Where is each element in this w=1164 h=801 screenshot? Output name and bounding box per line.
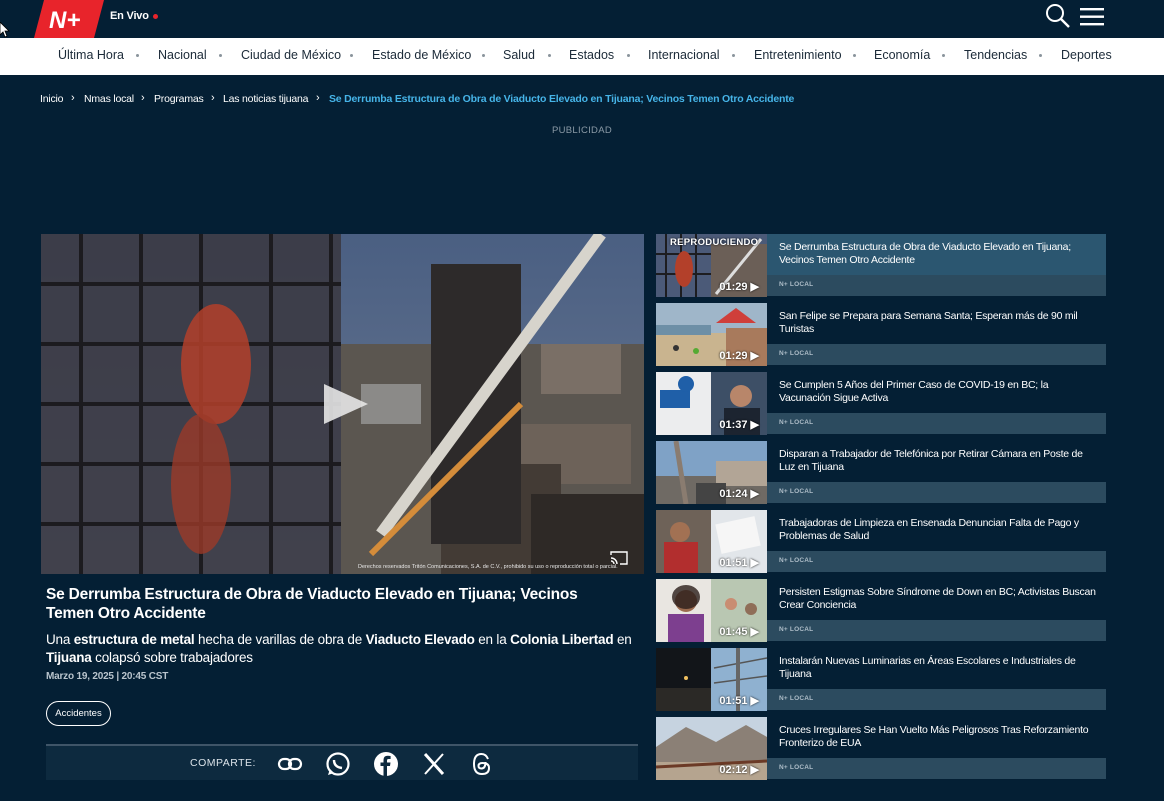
article-summary: Una estructura de metal hecha de varilla…: [46, 632, 632, 665]
nav-separator: [219, 54, 222, 57]
playlist-item-title: San Felipe se Prepara para Semana Santa;…: [779, 310, 1078, 335]
breadcrumb-inicio[interactable]: Inicio: [40, 93, 64, 105]
threads-icon[interactable]: [469, 751, 495, 777]
hamburger-menu-icon[interactable]: [1080, 7, 1104, 27]
nav-item-edomex[interactable]: Estado de México: [372, 48, 471, 62]
whatsapp-icon[interactable]: [325, 751, 351, 777]
nav-separator: [350, 54, 353, 57]
source-label: N+ LOCAL: [779, 764, 814, 771]
nav-separator: [136, 54, 139, 57]
source-label: N+ LOCAL: [779, 419, 814, 426]
playlist-item-title: Persisten Estigmas Sobre Síndrome de Dow…: [779, 586, 1096, 611]
video-duration: 01:24 ▶: [719, 488, 759, 500]
main-nav: Última Hora Nacional Ciudad de México Es…: [0, 38, 1164, 75]
breadcrumb-nmas-local[interactable]: Nmas local: [84, 93, 134, 105]
playlist-item[interactable]: 01:45 ▶ Persisten Estigmas Sobre Síndrom…: [656, 579, 1106, 642]
share-label: COMPARTE:: [190, 757, 256, 769]
playlist-thumbnail: 02:12 ▶: [656, 717, 767, 780]
video-duration: 01:37 ▶: [719, 419, 759, 431]
playlist-item-title: Disparan a Trabajador de Telefónica por …: [779, 448, 1083, 473]
source-label: N+ LOCAL: [779, 557, 814, 564]
playlist-item-title: Cruces Irregulares Se Han Vuelto Más Pel…: [779, 724, 1089, 749]
playlist-thumbnail: 01:29 ▶: [656, 303, 767, 366]
live-dot-icon: [152, 13, 158, 19]
nmas-logo[interactable]: N+: [34, 0, 104, 38]
nav-separator: [853, 54, 856, 57]
nav-item-estados[interactable]: Estados: [569, 48, 614, 62]
playlist-item-title: Se Cumplen 5 Años del Primer Caso de COV…: [779, 379, 1049, 404]
svg-text:N+: N+: [49, 7, 80, 34]
now-playing-label: REPRODUCIENDO: [670, 237, 759, 248]
video-duration: 01:51 ▶: [719, 557, 759, 569]
publicity-label: PUBLICIDAD: [551, 125, 612, 136]
video-copyright: Derechos reservados Tritón Comunicacione…: [358, 564, 618, 570]
article-title: Se Derrumba Estructura de Obra de Viaduc…: [46, 586, 578, 622]
nav-item-cdmx[interactable]: Ciudad de México: [241, 48, 341, 62]
source-label: N+ LOCAL: [779, 488, 814, 495]
nav-separator: [1039, 54, 1042, 57]
facebook-icon[interactable]: [373, 751, 399, 777]
tag-accidentes[interactable]: Accidentes: [46, 701, 111, 726]
cast-icon[interactable]: [610, 551, 628, 565]
playlist-thumbnail: 01:51 ▶: [656, 510, 767, 573]
source-label: N+ LOCAL: [779, 695, 814, 702]
video-duration: 01:29 ▶: [719, 281, 759, 293]
nav-separator: [482, 54, 485, 57]
video-duration: 02:12 ▶: [719, 764, 759, 776]
playlist-thumbnail: 01:51 ▶: [656, 648, 767, 711]
playlist-item[interactable]: 01:29 ▶ San Felipe se Prepara para Seman…: [656, 303, 1106, 366]
source-label: N+ LOCAL: [779, 626, 814, 633]
chevron-right-icon: ›: [141, 92, 145, 104]
chevron-right-icon: ›: [71, 92, 75, 104]
playlist-item[interactable]: 01:24 ▶ Disparan a Trabajador de Telefón…: [656, 441, 1106, 504]
live-label: En Vivo: [110, 10, 149, 22]
playlist-item-title: Trabajadoras de Limpieza en Ensenada Den…: [779, 517, 1079, 542]
playlist-item[interactable]: 01:51 ▶ Instalarán Nuevas Luminarias en …: [656, 648, 1106, 711]
live-link[interactable]: En Vivo: [110, 10, 158, 22]
playlist-item[interactable]: 02:12 ▶ Cruces Irregulares Se Han Vuelto…: [656, 717, 1106, 780]
x-twitter-icon[interactable]: [421, 751, 447, 777]
nav-separator: [548, 54, 551, 57]
playlist-thumbnail: REPRODUCIENDO 01:29 ▶: [656, 234, 767, 297]
breadcrumb-current: Se Derrumba Estructura de Obra de Viaduc…: [329, 93, 795, 105]
nav-item-internacional[interactable]: Internacional: [648, 48, 720, 62]
playlist-item-title: Se Derrumba Estructura de Obra de Viaduc…: [779, 241, 1071, 266]
nav-item-salud[interactable]: Salud: [503, 48, 535, 62]
nav-item-economia[interactable]: Economía: [874, 48, 930, 62]
playlist-item[interactable]: 01:37 ▶ Se Cumplen 5 Años del Primer Cas…: [656, 372, 1106, 435]
nav-separator: [627, 54, 630, 57]
play-icon[interactable]: [322, 382, 370, 426]
playlist-item[interactable]: 01:51 ▶ Trabajadoras de Limpieza en Ense…: [656, 510, 1106, 573]
playlist-item[interactable]: REPRODUCIENDO 01:29 ▶ Se Derrumba Estruc…: [656, 234, 1106, 297]
playlist-thumbnail: 01:24 ▶: [656, 441, 767, 504]
nav-item-tendencias[interactable]: Tendencias: [964, 48, 1027, 62]
top-bar: N+ En Vivo: [0, 0, 1164, 38]
chevron-right-icon: ›: [211, 92, 215, 104]
source-label: N+ LOCAL: [779, 350, 814, 357]
breadcrumb-las-noticias-tijuana[interactable]: Las noticias tijuana: [223, 93, 309, 105]
link-icon[interactable]: [277, 751, 303, 777]
playlist-thumbnail: 01:37 ▶: [656, 372, 767, 435]
playlist-thumbnail: 01:45 ▶: [656, 579, 767, 642]
nav-item-entretenimiento[interactable]: Entretenimiento: [754, 48, 842, 62]
nav-item-deportes[interactable]: Deportes: [1061, 48, 1112, 62]
chevron-right-icon: ›: [316, 92, 320, 104]
nav-separator: [732, 54, 735, 57]
video-duration: 01:29 ▶: [719, 350, 759, 362]
share-bar: COMPARTE:: [46, 744, 638, 780]
search-icon[interactable]: [1045, 3, 1071, 29]
mouse-cursor-icon: [0, 22, 10, 38]
source-label: N+ LOCAL: [779, 281, 814, 288]
nav-separator: [942, 54, 945, 57]
video-duration: 01:51 ▶: [719, 695, 759, 707]
video-duration: 01:45 ▶: [719, 626, 759, 638]
breadcrumb-programas[interactable]: Programas: [154, 93, 204, 105]
article-date: Marzo 19, 2025 | 20:45 CST: [46, 671, 169, 682]
nav-item-nacional[interactable]: Nacional: [158, 48, 207, 62]
playlist-item-title: Instalarán Nuevas Luminarias en Áreas Es…: [779, 655, 1076, 680]
nav-item-ultima-hora[interactable]: Última Hora: [58, 48, 124, 62]
